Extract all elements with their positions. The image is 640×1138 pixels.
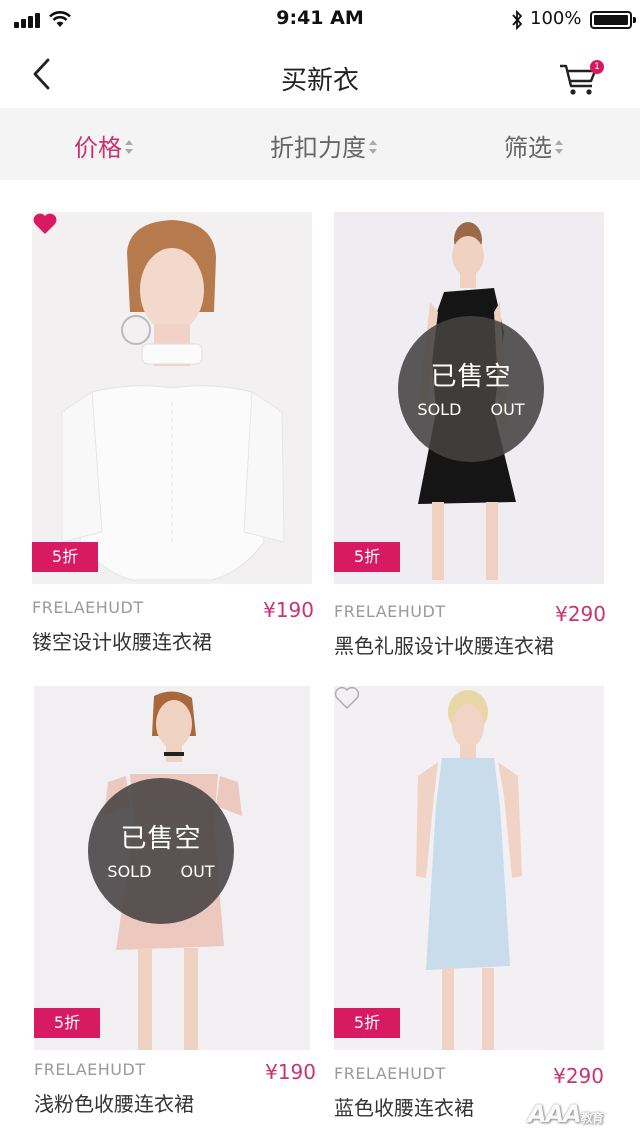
filter-bar: 价格 折扣力度 筛选 — [0, 108, 640, 180]
discount-badge: 5折 — [32, 542, 98, 572]
sort-arrows-icon — [555, 139, 563, 155]
filter-screen[interactable]: 筛选 — [504, 128, 563, 162]
product-card[interactable]: 5折 FRELAEHUDT ¥290 蓝色收腰连衣裙 — [334, 686, 614, 1120]
watermark-main: AAA — [528, 1100, 582, 1128]
product-image[interactable]: 已售空 SOLD OUT 5折 — [34, 686, 310, 1050]
product-card[interactable]: 已售空 SOLD OUT 5折 FRELAEHUDT ¥290 黑色礼服设计收腰… — [334, 212, 614, 662]
watermark-logo: AAA教育 — [528, 1100, 604, 1128]
discount-badge: 5折 — [34, 1008, 100, 1038]
filter-price[interactable]: 价格 — [74, 128, 133, 162]
product-brand: FRELAEHUDT — [32, 598, 144, 617]
filter-screen-label: 筛选 — [504, 134, 552, 162]
sold-out-overlay: 已售空 SOLD OUT — [398, 316, 544, 462]
sold-out-en: SOLD OUT — [107, 862, 215, 881]
product-brand: FRELAEHUDT — [34, 1060, 146, 1079]
battery-icon — [590, 11, 636, 29]
status-bar: 9:41 AM 100% — [0, 0, 640, 40]
product-price: ¥290 — [555, 602, 606, 626]
model-illustration — [334, 686, 604, 1050]
filter-discount[interactable]: 折扣力度 — [270, 128, 377, 162]
discount-badge: 5折 — [334, 1008, 400, 1038]
product-brand: FRELAEHUDT — [334, 602, 446, 621]
product-card[interactable]: 已售空 SOLD OUT 5折 FRELAEHUDT ¥190 浅粉色收腰连衣裙 — [34, 686, 316, 1116]
watermark-sub: 教育 — [580, 1111, 604, 1125]
product-brand: FRELAEHUDT — [334, 1064, 446, 1083]
product-price: ¥190 — [263, 598, 314, 622]
product-name: 黑色礼服设计收腰连衣裙 — [334, 634, 554, 658]
product-card[interactable]: 5折 FRELAEHUDT ¥190 镂空设计收腰连衣裙 — [32, 212, 314, 654]
discount-badge: 5折 — [334, 542, 400, 572]
cart-badge: 1 — [590, 60, 604, 74]
product-name: 蓝色收腰连衣裙 — [334, 1096, 474, 1120]
product-image[interactable]: 5折 — [334, 686, 604, 1050]
sort-arrows-icon — [125, 139, 133, 155]
sold-out-zh: 已售空 — [120, 824, 202, 854]
filter-price-label: 价格 — [74, 134, 122, 162]
sold-out-en: SOLD OUT — [417, 400, 525, 419]
product-price: ¥190 — [265, 1060, 316, 1084]
page-title: 买新衣 — [280, 66, 359, 96]
product-name: 镂空设计收腰连衣裙 — [32, 630, 212, 654]
bluetooth-icon — [512, 9, 523, 31]
filter-discount-label: 折扣力度 — [270, 134, 366, 162]
product-name: 浅粉色收腰连衣裙 — [34, 1092, 194, 1116]
product-image[interactable]: 已售空 SOLD OUT 5折 — [334, 212, 604, 584]
heart-outline-icon[interactable] — [334, 686, 360, 710]
model-illustration — [32, 212, 312, 584]
product-image[interactable]: 5折 — [32, 212, 312, 584]
sold-out-overlay: 已售空 SOLD OUT — [88, 778, 234, 924]
product-price: ¥290 — [553, 1064, 604, 1088]
sold-out-zh: 已售空 — [430, 362, 512, 392]
sort-arrows-icon — [369, 139, 377, 155]
heart-filled-icon[interactable] — [32, 212, 58, 236]
battery-fill — [594, 15, 628, 25]
battery-percent: 100% — [530, 8, 582, 29]
nav-bar: 买新衣 1 — [0, 40, 640, 108]
